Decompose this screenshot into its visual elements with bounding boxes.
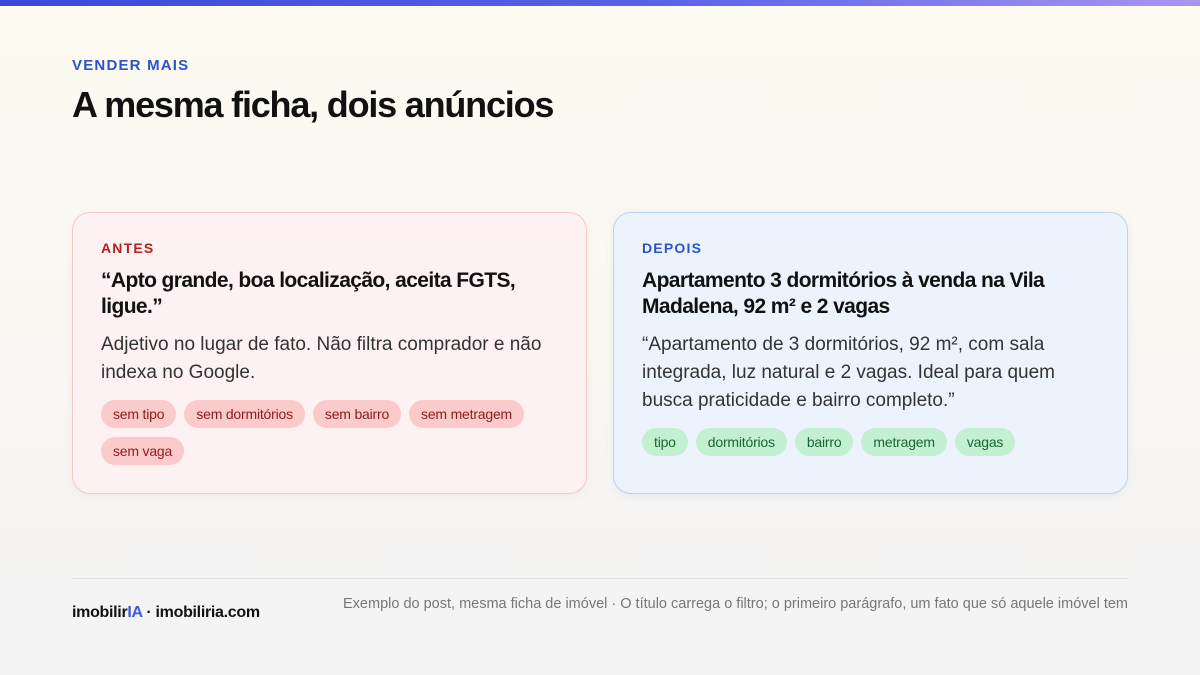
before-card-tag: ANTES [101, 240, 155, 256]
before-chip-list: sem tipo sem dormitórios sem bairro sem … [101, 400, 558, 465]
brand-suffix: · imobiliria.com [142, 604, 260, 621]
chip-vagas: vagas [954, 428, 1016, 456]
chip-sem-vaga: sem vaga [101, 437, 185, 465]
eyebrow-label: VENDER MAIS [72, 57, 190, 74]
after-chip-list: tipo dormitórios bairro metragem vagas [642, 428, 1099, 456]
chip-sem-tipo: sem tipo [101, 400, 177, 428]
before-card: ANTES “Apto grande, boa localização, ace… [72, 212, 587, 494]
before-card-body: Adjetivo no lugar de fato. Não filtra co… [101, 334, 542, 383]
chip-sem-metragem: sem metragem [409, 400, 525, 428]
brand-prefix: imobilir [72, 604, 128, 621]
page-title: A mesma ficha, dois anúncios [72, 84, 554, 125]
footer-caption: Exemplo do post, mesma ficha de imóvel ·… [343, 596, 1128, 612]
brand-accent: IA [127, 604, 143, 621]
footer-divider [72, 578, 1128, 579]
top-accent-bar [0, 0, 1200, 6]
after-card-headline: Apartamento 3 dormitórios à venda na Vil… [642, 269, 1045, 318]
after-card-body: “Apartamento de 3 dormitórios, 92 m², co… [642, 334, 1055, 411]
chip-dormitorios: dormitórios [695, 428, 787, 456]
chip-metragem: metragem [861, 428, 947, 456]
brand-footer: imobilirIA · imobiliria.com [72, 604, 260, 622]
after-card-tag: DEPOIS [642, 240, 703, 256]
chip-bairro: bairro [794, 428, 854, 456]
after-card: DEPOIS Apartamento 3 dormitórios à venda… [613, 212, 1128, 494]
chip-tipo: tipo [642, 428, 688, 456]
before-card-headline: “Apto grande, boa localização, aceita FG… [101, 269, 516, 318]
chip-sem-dormitorios: sem dormitórios [184, 400, 305, 428]
chip-sem-bairro: sem bairro [312, 400, 402, 428]
